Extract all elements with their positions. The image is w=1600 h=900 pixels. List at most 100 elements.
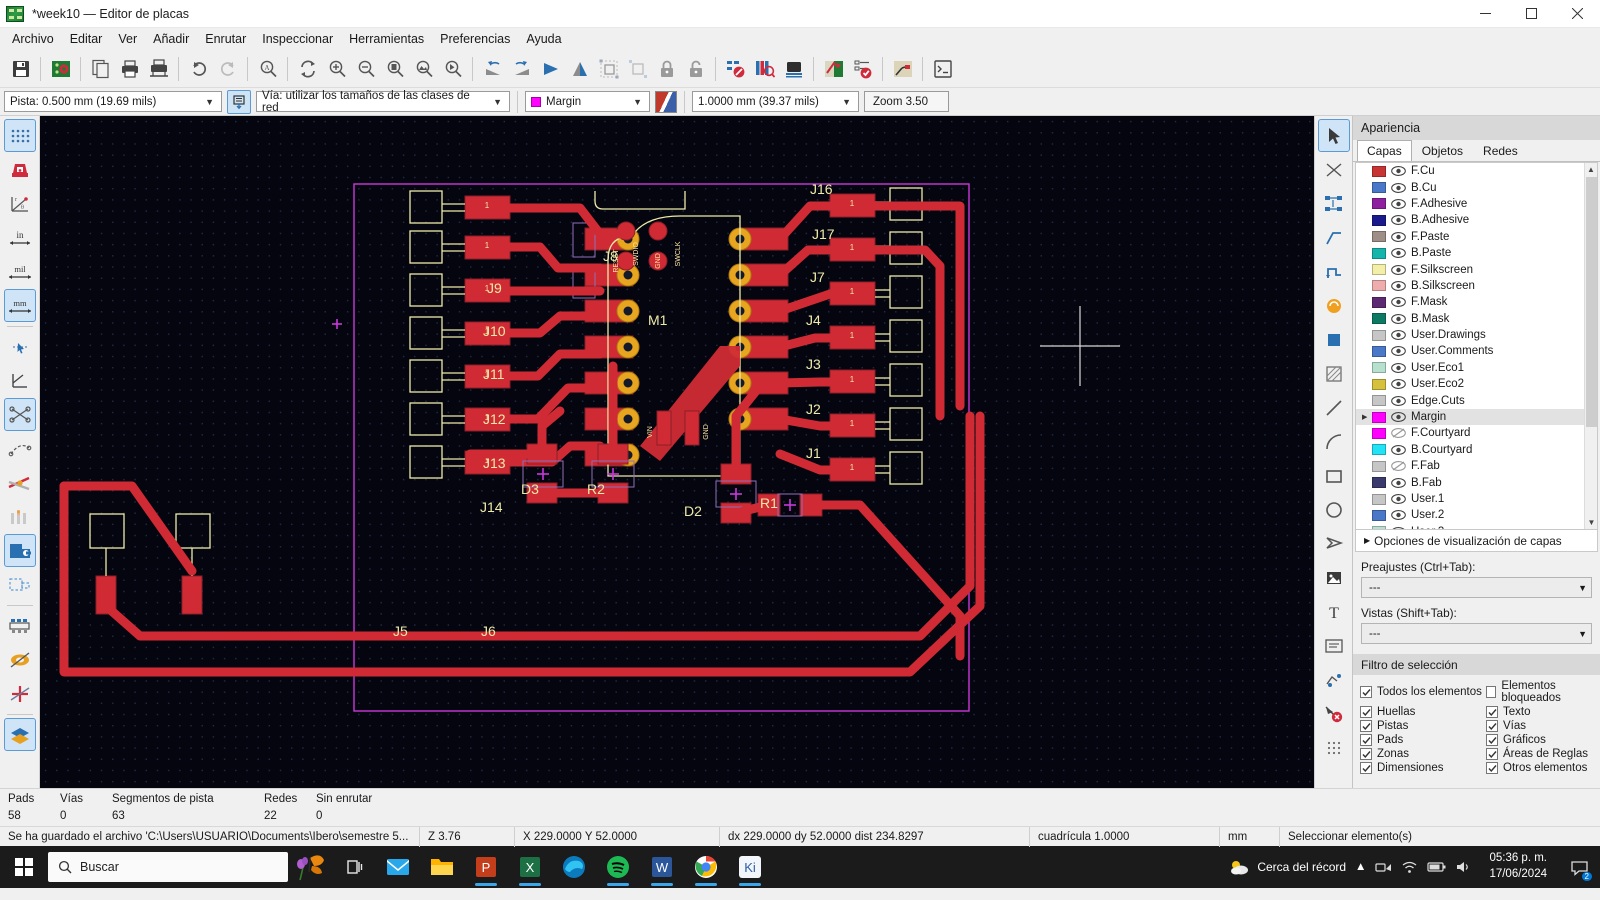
find-icon[interactable]: A: [253, 54, 282, 84]
draw-line-icon[interactable]: [1318, 391, 1350, 424]
track-fill-icon[interactable]: [4, 466, 36, 499]
layer-color-swatch[interactable]: [1372, 427, 1386, 439]
layer-row-margin[interactable]: ▶ Margin: [1356, 408, 1597, 426]
layer-visibility-icon[interactable]: [1391, 460, 1406, 472]
menu-preferencias[interactable]: Preferencias: [432, 29, 518, 49]
layer-row-b-paste[interactable]: B.Paste: [1356, 245, 1597, 261]
close-button[interactable]: [1554, 0, 1600, 28]
layer-row-user-comments[interactable]: User.Comments: [1356, 343, 1597, 359]
zoom-fit-objects-icon[interactable]: [409, 54, 438, 84]
layer-list[interactable]: F.Cu B.Cu F.Adhesive B.Adhesive F.Paste B.Pas…: [1355, 162, 1598, 530]
layer-row-user-drawings[interactable]: User.Drawings: [1356, 327, 1597, 343]
ungroup-icon[interactable]: [623, 54, 652, 84]
layer-visibility-icon[interactable]: [1391, 509, 1406, 521]
layer-color-swatch[interactable]: [1372, 214, 1386, 226]
scrollbar-thumb[interactable]: [1586, 177, 1597, 427]
track-width-select[interactable]: Pista: 0.500 mm (19.69 mils) ▼: [4, 91, 222, 112]
layer-row-b-fab[interactable]: B.Fab: [1356, 474, 1597, 490]
layer-row-user-3[interactable]: User.3: [1356, 524, 1597, 529]
zoom-level-select[interactable]: Zoom 3.50: [864, 91, 949, 112]
menu-editar[interactable]: Editar: [62, 29, 111, 49]
plot-icon[interactable]: [144, 54, 173, 84]
layer-display-options-toggle[interactable]: ▶ Opciones de visualización de capas: [1355, 530, 1598, 552]
local-ratsnest-icon[interactable]: [1318, 187, 1350, 220]
powerpoint-icon[interactable]: P: [464, 846, 508, 888]
draw-rectangle-icon[interactable]: [1318, 459, 1350, 492]
network-tray-icon[interactable]: [1375, 860, 1392, 874]
layer-color-swatch[interactable]: [1372, 477, 1386, 489]
layer-row-f-paste[interactable]: F.Paste: [1356, 229, 1597, 245]
cursor-fullscreen-icon[interactable]: [4, 330, 36, 363]
netlist-icon[interactable]: [721, 54, 750, 84]
layer-visibility-icon[interactable]: [1391, 444, 1406, 456]
windows-start-icon[interactable]: [0, 846, 48, 888]
ratsnest-curved-icon[interactable]: [3, 398, 36, 431]
tab-capas[interactable]: Capas: [1357, 140, 1412, 161]
highlight-net-icon[interactable]: [1318, 153, 1350, 186]
layer-row-f-cu[interactable]: F.Cu: [1356, 163, 1597, 179]
add-text-icon[interactable]: T: [1318, 595, 1350, 628]
zoom-out-icon[interactable]: [351, 54, 380, 84]
layer-visibility-icon[interactable]: [1391, 280, 1406, 292]
layer-visibility-icon[interactable]: [1391, 362, 1406, 374]
layer-pair-icon[interactable]: [655, 90, 677, 113]
grid-select[interactable]: 1.0000 mm (39.37 mils) ▼: [692, 91, 859, 112]
layer-visibility-icon[interactable]: [1391, 378, 1406, 390]
units-inches-icon[interactable]: in: [4, 221, 36, 254]
rotate-cw-icon[interactable]: [507, 54, 536, 84]
layer-color-swatch[interactable]: [1372, 362, 1386, 374]
layer-color-swatch[interactable]: [1372, 198, 1386, 210]
board-setup-icon[interactable]: [46, 54, 75, 84]
pcb-canvas[interactable]: .cu{ fill:none; stroke:#d02b35; stroke-w…: [40, 116, 1314, 788]
layer-color-swatch[interactable]: [1372, 493, 1386, 505]
zoom-area-icon[interactable]: [438, 54, 467, 84]
layer-row-f-courtyard[interactable]: F.Courtyard: [1356, 425, 1597, 441]
layer-color-swatch[interactable]: [1372, 329, 1386, 341]
unlock-icon[interactable]: [681, 54, 710, 84]
draw-arc-icon[interactable]: [1318, 425, 1350, 458]
layer-color-swatch[interactable]: [1372, 378, 1386, 390]
filter-checkbox-todos-los-elementos[interactable]: Todos los elementos: [1360, 680, 1486, 704]
search-input[interactable]: Buscar: [48, 852, 288, 882]
footprint-sketch-icon[interactable]: [4, 609, 36, 642]
layer-row-b-silkscreen[interactable]: B.Silkscreen: [1356, 278, 1597, 294]
polar-coords-icon[interactable]: [4, 153, 36, 186]
group-icon[interactable]: [594, 54, 623, 84]
layer-color-swatch[interactable]: [1372, 526, 1386, 529]
units-mils-icon[interactable]: mil: [4, 255, 36, 288]
lock-icon[interactable]: [652, 54, 681, 84]
filter-checkbox-áreas-de-reglas[interactable]: Áreas de Reglas: [1486, 748, 1600, 760]
layer-color-swatch[interactable]: [1372, 460, 1386, 472]
footprint-library-icon[interactable]: [750, 54, 779, 84]
layer-visibility-icon[interactable]: [1391, 493, 1406, 505]
menu-herramientas[interactable]: Herramientas: [341, 29, 432, 49]
views-select[interactable]: --- ▼: [1361, 623, 1592, 644]
word-icon[interactable]: W: [640, 846, 684, 888]
scripting-console-icon[interactable]: [928, 54, 957, 84]
filter-checkbox-otros-elementos[interactable]: Otros elementos: [1486, 762, 1600, 774]
via-fill-icon[interactable]: [4, 500, 36, 533]
chrome-icon[interactable]: [684, 846, 728, 888]
layer-row-user-eco1[interactable]: User.Eco1: [1356, 360, 1597, 376]
layer-row-b-courtyard[interactable]: B.Courtyard: [1356, 442, 1597, 458]
layer-visibility-icon[interactable]: [1391, 165, 1406, 177]
rotate-ccw-icon[interactable]: [478, 54, 507, 84]
filter-checkbox-zonas[interactable]: Zonas: [1360, 748, 1486, 760]
layer-row-edge-cuts[interactable]: Edge.Cuts: [1356, 392, 1597, 408]
draw-polygon-icon[interactable]: [1318, 527, 1350, 560]
notification-center-icon[interactable]: 2: [1564, 846, 1594, 888]
presets-select[interactable]: --- ▼: [1361, 577, 1592, 598]
tab-redes[interactable]: Redes: [1473, 140, 1528, 161]
menu-anadir[interactable]: Añadir: [145, 29, 197, 49]
filter-checkbox-elementos-bloqueados[interactable]: Elementos bloqueados: [1486, 680, 1600, 704]
butterfly-widget-icon[interactable]: [288, 846, 332, 888]
filter-checkbox-gráficos[interactable]: Gráficos: [1486, 734, 1600, 746]
layer-row-b-adhesive[interactable]: B.Adhesive: [1356, 212, 1597, 228]
pads-sketch-icon[interactable]: [4, 643, 36, 676]
3d-viewer-icon[interactable]: [779, 54, 808, 84]
task-view-icon[interactable]: [332, 846, 376, 888]
filter-checkbox-vías[interactable]: Vías: [1486, 720, 1600, 732]
draw-circle-icon[interactable]: [1318, 493, 1350, 526]
menu-ayuda[interactable]: Ayuda: [518, 29, 569, 49]
add-textbox-icon[interactable]: [1318, 629, 1350, 662]
